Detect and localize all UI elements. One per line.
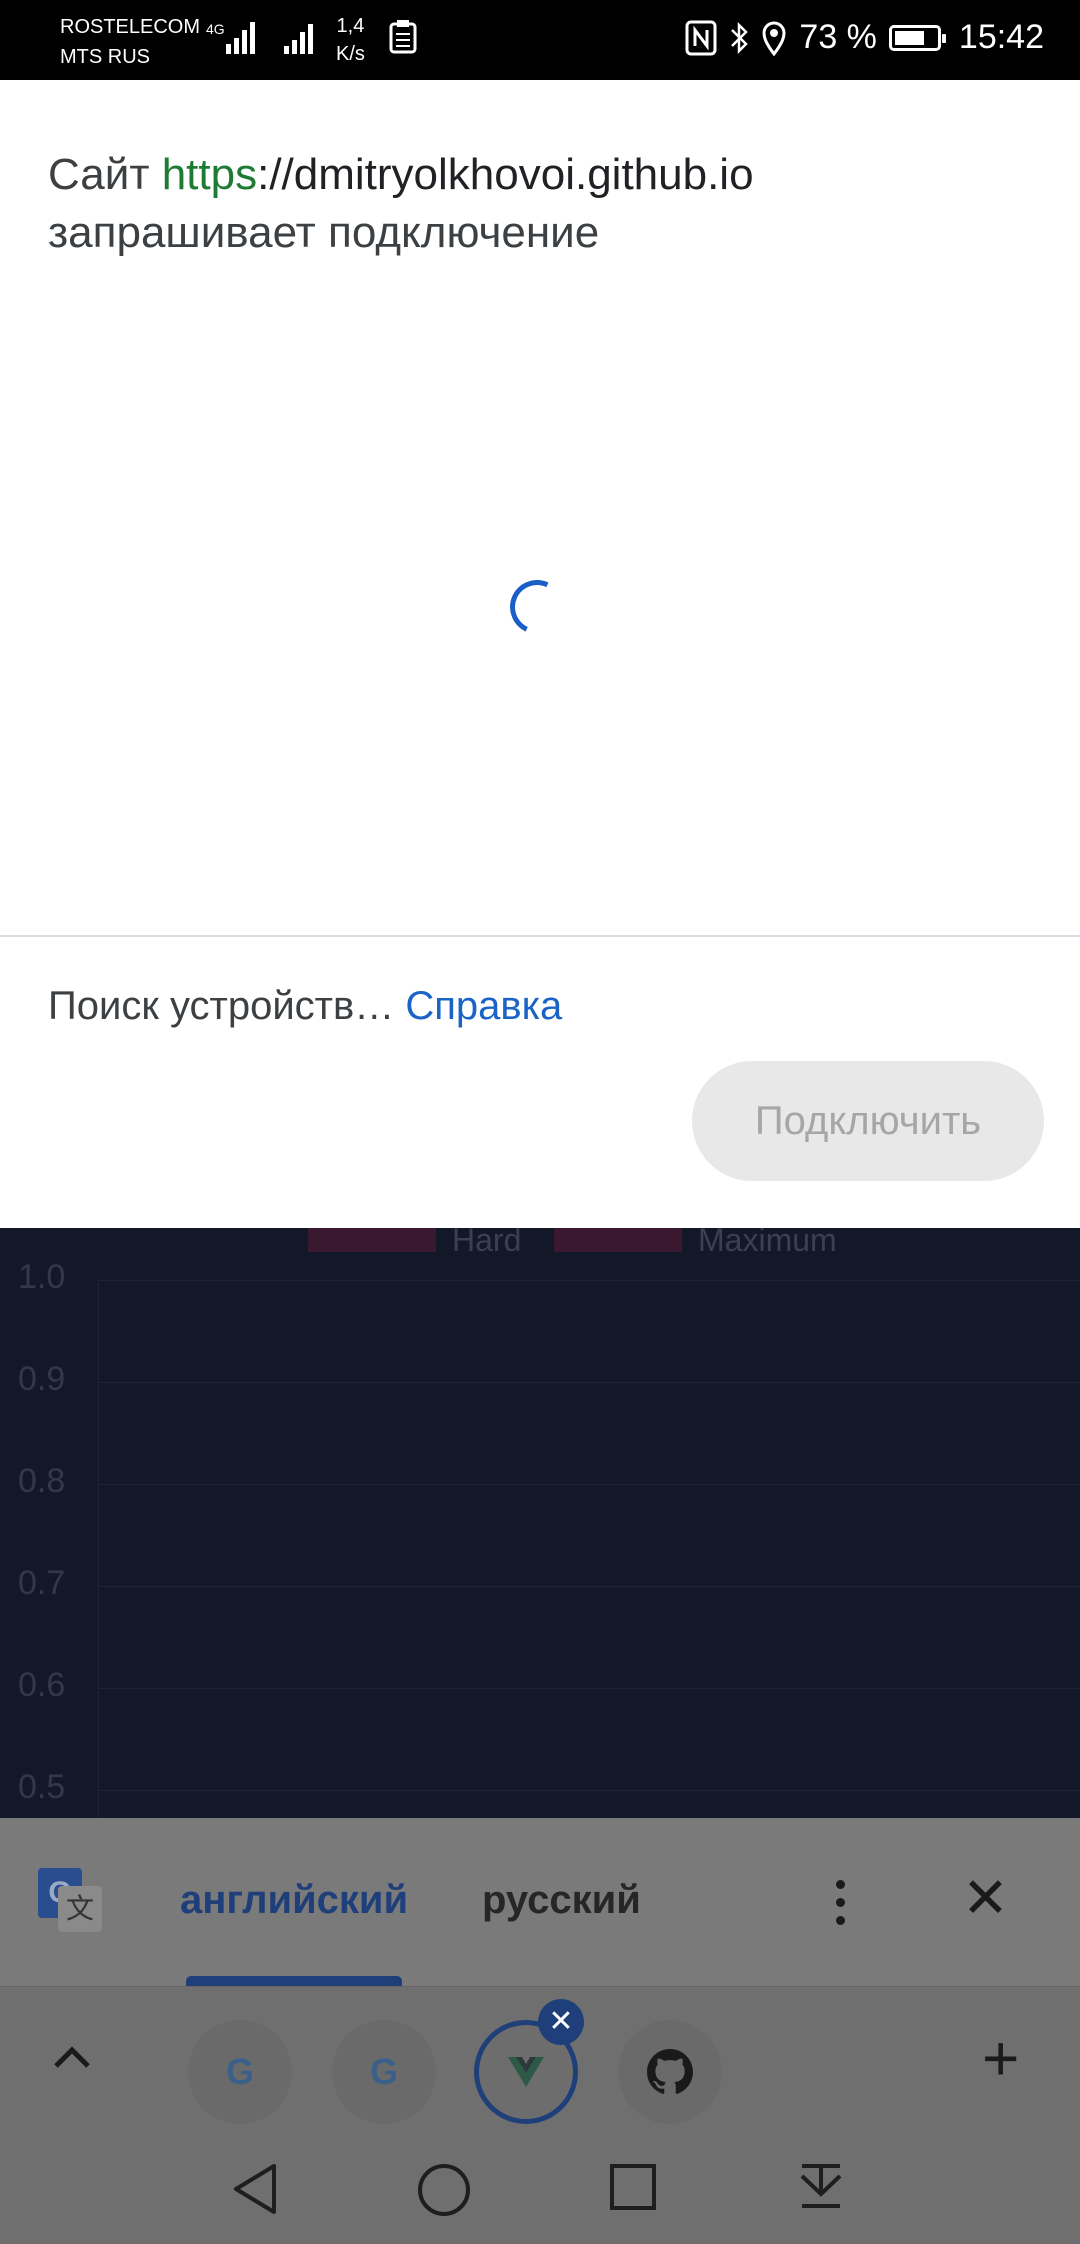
carrier-labels: ROSTELECOM MTS RUS (60, 12, 200, 72)
speed-value: 1,4 (336, 15, 365, 37)
y-tick-label: 0.8 (18, 1462, 66, 1500)
tab-switcher-strip: G G ✕ + (0, 1986, 1080, 2133)
dialog-title: Сайт https://dmitryolkhovoi.github.io за… (48, 146, 1048, 262)
google-icon: G (369, 2051, 398, 2092)
tab-google-2[interactable]: G (332, 2020, 436, 2124)
close-icon[interactable]: ✕ (962, 1868, 1009, 1928)
url-scheme: https (161, 150, 258, 199)
y-tick-label: 0.7 (18, 1564, 66, 1602)
clipboard-icon (389, 20, 417, 54)
y-tick-label: 0.5 (18, 1768, 66, 1806)
bluetooth-icon (731, 21, 749, 54)
status-text: Поиск устройств… (48, 984, 406, 1028)
legend-swatch-hard (308, 1228, 436, 1252)
gridline (98, 1688, 1080, 1689)
google-icon: G (225, 2051, 254, 2092)
carrier-1: ROSTELECOM (60, 16, 201, 38)
y-tick-label: 0.9 (18, 1360, 66, 1398)
y-tick-label: 1.0 (18, 1258, 66, 1296)
notification-drawer-icon[interactable] (796, 2162, 846, 2218)
new-tab-icon[interactable]: + (982, 2023, 1019, 2093)
tab-target-language[interactable]: русский (482, 1878, 641, 1923)
network-type-label: 4G (206, 21, 225, 37)
translate-bar: G文 английский русский ✕ (0, 1818, 1080, 1986)
tab-source-language[interactable]: английский (180, 1878, 408, 1923)
gridline (98, 1280, 1080, 1281)
search-status: Поиск устройств… Справка (48, 980, 562, 1032)
system-nav-bar (0, 2132, 1080, 2244)
legend-label-maximum: Maximum (698, 1228, 837, 1258)
active-tab-indicator (186, 1976, 402, 1986)
battery-percent: 73 % (799, 18, 877, 56)
back-icon[interactable] (230, 2162, 280, 2216)
gridline (98, 1382, 1080, 1383)
carrier-2: MTS RUS (60, 46, 150, 68)
status-right: 73 % 15:42 (685, 18, 1044, 57)
battery-icon (888, 24, 946, 51)
tab-github[interactable] (618, 2020, 722, 2124)
github-icon (647, 2049, 693, 2094)
status-bar: ROSTELECOM MTS RUS 4G 1,4 K/s 73 % 15:42 (0, 0, 1080, 80)
title-prefix: Сайт (48, 150, 162, 199)
background-page: Hard Maximum 1.0 0.9 0.8 0.7 0.6 0.5 (0, 1228, 1080, 1818)
network-speed: 1,4 K/s (336, 12, 365, 68)
recents-icon[interactable] (608, 2162, 658, 2212)
gridline (98, 1484, 1080, 1485)
home-icon[interactable] (416, 2162, 472, 2218)
tab-google-1[interactable]: G (188, 2020, 292, 2124)
chevron-up-icon[interactable] (50, 2033, 94, 2083)
more-options-icon[interactable] (822, 1874, 858, 1930)
device-chooser-dialog: Сайт https://dmitryolkhovoi.github.io за… (0, 80, 1080, 1228)
signal-icon: 4G (206, 21, 255, 54)
connect-button[interactable]: Подключить (692, 1061, 1044, 1181)
speed-unit: K/s (336, 43, 365, 65)
signal-icon (284, 24, 313, 54)
gridline (98, 1586, 1080, 1587)
loading-spinner (502, 572, 572, 642)
vue-icon (508, 2057, 544, 2087)
title-suffix: запрашивает подключение (48, 208, 600, 257)
legend-label-hard: Hard (452, 1228, 522, 1258)
close-tab-icon[interactable]: ✕ (538, 1999, 584, 2045)
nfc-icon (685, 20, 717, 55)
gridline (98, 1790, 1080, 1791)
legend-swatch-maximum (554, 1228, 682, 1252)
divider (0, 935, 1080, 937)
url-host: ://dmitryolkhovoi.github.io (257, 150, 754, 199)
y-tick-label: 0.6 (18, 1666, 66, 1704)
google-translate-icon: G文 (38, 1868, 104, 1934)
location-icon (762, 21, 786, 56)
help-link[interactable]: Справка (405, 984, 562, 1028)
clock: 15:42 (958, 18, 1044, 56)
y-axis (98, 1280, 99, 1818)
